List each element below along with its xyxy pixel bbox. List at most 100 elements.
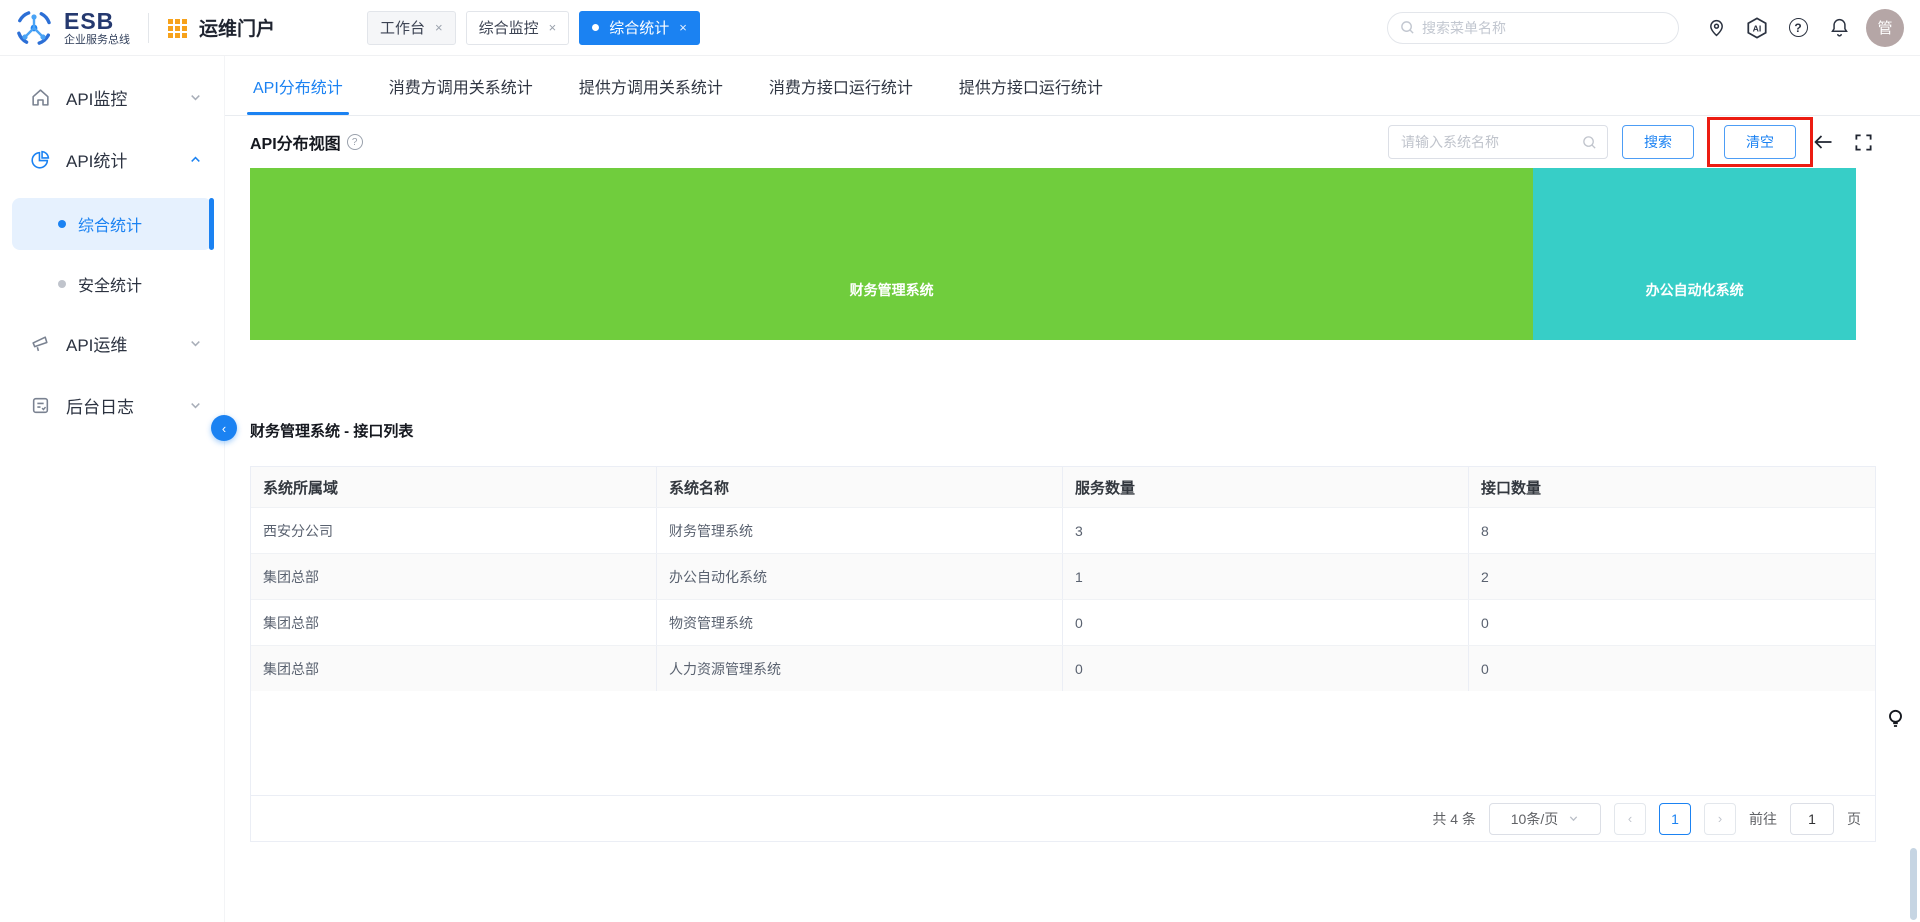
sidebar-item-label: API统计 (66, 151, 128, 171)
table-cell: 办公自动化系统 (657, 554, 1063, 599)
esb-logo-icon (16, 9, 52, 46)
esb-logo: ESB 企业服务总线 (14, 8, 130, 48)
interface-table: 系统所属域 系统名称 服务数量 接口数量 西安分公司 财务管理系统 3 8 集团… (250, 466, 1876, 842)
page-size-select[interactable]: 10条/页 (1489, 802, 1601, 835)
header-divider (148, 12, 149, 43)
svg-text:AI: AI (1753, 23, 1762, 33)
page-tab-workbench[interactable]: 工作台 × (367, 10, 456, 45)
help-icon[interactable]: ? (1787, 17, 1809, 39)
lightbulb-icon[interactable] (1886, 708, 1905, 737)
goto-page-input[interactable] (1790, 802, 1834, 835)
system-name-input[interactable] (1401, 134, 1582, 150)
bullet-dot-icon (58, 280, 66, 288)
interface-list-title: 财务管理系统 - 接口列表 (250, 423, 414, 440)
bullet-dot-icon (58, 220, 66, 228)
active-dot-icon (592, 24, 600, 31)
table-cell: 3 (1063, 508, 1469, 553)
app-header: ESB 企业服务总线 运维门户 工作台 × 综合监控 × 综合统计 × 搜索菜单… (0, 0, 1920, 56)
page-unit-label: 页 (1847, 810, 1861, 827)
table-cell: 物资管理系统 (657, 600, 1063, 645)
main-content: API分布统计 消费方调用关系统计 提供方调用关系统计 消费方接口运行统计 提供… (225, 56, 1920, 922)
open-page-tabs: 工作台 × 综合监控 × 综合统计 × (367, 10, 700, 45)
portal-title: 运维门户 (167, 14, 275, 41)
sidebar-item-label: API监控 (66, 89, 128, 109)
table-row[interactable]: 集团总部 办公自动化系统 1 2 (251, 553, 1875, 599)
help-tip-icon[interactable]: ? (346, 134, 363, 150)
search-icon (1583, 135, 1596, 149)
user-avatar[interactable]: 管 (1866, 8, 1904, 47)
goto-label: 前往 (1749, 810, 1777, 827)
home-icon (32, 88, 49, 106)
sidebar-subitem-label: 安全统计 (78, 278, 143, 295)
table-row[interactable]: 集团总部 人力资源管理系统 0 0 (251, 645, 1875, 691)
tab-consumer-interface-run[interactable]: 消费方接口运行统计 (769, 56, 913, 115)
sidebar-subitem-label: 综合统计 (78, 218, 143, 235)
sidebar-item-backend-logs[interactable]: 后台日志 (0, 382, 224, 428)
table-cell: 人力资源管理系统 (657, 646, 1063, 691)
prev-page-button[interactable]: ‹ (1614, 802, 1646, 835)
bell-icon[interactable] (1828, 17, 1850, 39)
column-header: 服务数量 (1063, 467, 1469, 507)
chevron-down-icon (191, 340, 200, 347)
menu-search-box[interactable] (1387, 11, 1679, 44)
table-cell: 集团总部 (251, 646, 657, 691)
page-tab-label: 工作台 (380, 20, 426, 37)
sidebar-submenu: 综合统计 安全统计 (0, 198, 224, 310)
page-tab-label: 综合统计 (609, 20, 670, 37)
logo-title: ESB (64, 7, 115, 34)
ai-icon[interactable]: AI (1746, 16, 1768, 39)
close-icon[interactable]: × (679, 21, 687, 34)
treemap-node-finance[interactable]: 财务管理系统 (250, 168, 1534, 340)
sidebar-item-security-stats[interactable]: 安全统计 (12, 258, 212, 310)
next-page-button[interactable]: › (1704, 802, 1736, 835)
back-arrow-icon[interactable] (1810, 129, 1836, 155)
table-cell: 西安分公司 (251, 508, 657, 553)
close-icon[interactable]: × (549, 21, 557, 34)
table-cell: 1 (1063, 554, 1469, 599)
table-cell: 0 (1481, 614, 1489, 631)
table-cell: 集团总部 (251, 600, 657, 645)
tab-consumer-call-relation[interactable]: 消费方调用关系统计 (389, 56, 533, 115)
table-cell: 财务管理系统 (657, 508, 1063, 553)
sidebar-item-label: 后台日志 (66, 397, 134, 417)
total-count-label: 共 4 条 (1432, 810, 1476, 827)
sidebar-item-api-monitor[interactable]: API监控 (0, 74, 224, 120)
clear-button[interactable]: 清空 (1724, 125, 1796, 159)
megaphone-icon (32, 335, 48, 351)
menu-search-input[interactable] (1422, 19, 1666, 36)
sidebar-item-api-statistics[interactable]: API统计 (0, 136, 224, 182)
search-button[interactable]: 搜索 (1622, 125, 1694, 159)
chevron-down-icon (1570, 816, 1578, 822)
view-title: API分布视图 ? (250, 130, 363, 154)
table-header: 系统所属域 系统名称 服务数量 接口数量 (251, 467, 1875, 507)
header-icons: AI ? (1705, 16, 1850, 39)
treemap-node-label: 办公自动化系统 (1645, 282, 1744, 299)
table-cell: 0 (1481, 660, 1489, 677)
chevron-down-icon (191, 94, 200, 101)
table-row[interactable]: 集团总部 物资管理系统 0 0 (251, 599, 1875, 645)
sidebar-item-label: API运维 (66, 335, 128, 355)
treemap-node-label: 财务管理系统 (849, 282, 934, 299)
page-tab-monitor[interactable]: 综合监控 × (465, 10, 570, 45)
column-header: 系统名称 (657, 467, 1063, 507)
treemap-node-office-automation[interactable]: 办公自动化系统 (1533, 168, 1856, 340)
tab-api-distribution[interactable]: API分布统计 (247, 56, 349, 115)
pagination-bar: 共 4 条 10条/页 ‹ 1 › 前往 1 页 (251, 795, 1875, 841)
vertical-scrollbar-thumb[interactable] (1910, 848, 1917, 920)
sidebar-item-api-ops[interactable]: API运维 (0, 320, 224, 366)
close-icon[interactable]: × (435, 21, 443, 34)
location-icon[interactable] (1705, 17, 1727, 39)
sidebar-collapse-button[interactable]: ‹ (211, 415, 237, 441)
chevron-down-icon (191, 402, 200, 409)
fullscreen-icon[interactable] (1850, 129, 1876, 155)
log-document-icon (32, 397, 49, 413)
system-search-box[interactable] (1388, 125, 1608, 159)
table-row[interactable]: 西安分公司 财务管理系统 3 8 (251, 507, 1875, 553)
page-tab-statistics[interactable]: 综合统计 × (579, 10, 700, 45)
sidebar-item-comprehensive-stats[interactable]: 综合统计 (12, 198, 214, 250)
tab-provider-call-relation[interactable]: 提供方调用关系统计 (579, 56, 723, 115)
current-page-button[interactable]: 1 (1659, 802, 1691, 835)
chevron-left-icon: ‹ (1627, 811, 1633, 826)
grid-icon (167, 18, 187, 38)
tab-provider-interface-run[interactable]: 提供方接口运行统计 (959, 56, 1103, 115)
